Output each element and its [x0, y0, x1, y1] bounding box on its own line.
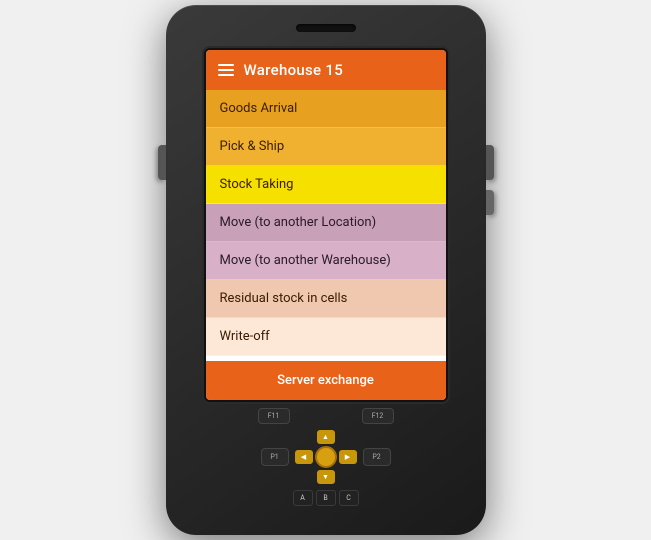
key-a[interactable]: A	[293, 490, 313, 506]
nav-left[interactable]: ◀	[295, 450, 313, 464]
nav-cluster: ▲ ◀ ▶ ▼	[295, 430, 357, 484]
menu-item-move-warehouse[interactable]: Move (to another Warehouse)	[206, 242, 446, 280]
server-exchange-button[interactable]: Server exchange	[206, 361, 446, 400]
nav-center[interactable]	[315, 446, 337, 468]
menu-item-residual[interactable]: Residual stock in cells	[206, 280, 446, 318]
f11-key[interactable]: F11	[258, 408, 290, 424]
speaker	[296, 24, 356, 32]
handheld-device: Warehouse 15 Goods Arrival Pick & Ship S…	[166, 5, 486, 535]
nav-up[interactable]: ▲	[317, 430, 335, 444]
key-c[interactable]: C	[339, 490, 359, 506]
menu-item-goods-arrival[interactable]: Goods Arrival	[206, 90, 446, 128]
menu-item-writeoff[interactable]: Write-off	[206, 318, 446, 356]
device-bottom: F11 F12 P1 ▲ ◀ ▶ ▼ P2	[166, 400, 486, 535]
f12-key[interactable]: F12	[362, 408, 394, 424]
menu-list: Goods Arrival Pick & Ship Stock Taking M…	[206, 90, 446, 356]
hamburger-icon[interactable]	[218, 64, 234, 76]
device-top	[166, 5, 486, 50]
key-b[interactable]: B	[316, 490, 336, 506]
nav-row: P1 ▲ ◀ ▶ ▼ P2	[261, 430, 391, 484]
fn-row: F11 F12	[258, 408, 394, 424]
menu-item-stock-taking[interactable]: Stock Taking	[206, 166, 446, 204]
menu-item-move-location[interactable]: Move (to another Location)	[206, 204, 446, 242]
side-button-left[interactable]	[158, 145, 166, 180]
side-button-right-2[interactable]	[486, 190, 494, 215]
app-header: Warehouse 15	[206, 50, 446, 90]
p2-key[interactable]: P2	[363, 448, 391, 466]
p1-key[interactable]: P1	[261, 448, 289, 466]
menu-item-pick-ship[interactable]: Pick & Ship	[206, 128, 446, 166]
nav-right[interactable]: ▶	[339, 450, 357, 464]
screen: Warehouse 15 Goods Arrival Pick & Ship S…	[206, 50, 446, 400]
letter-row: A B C	[293, 490, 359, 506]
nav-down[interactable]: ▼	[317, 470, 335, 484]
side-button-right[interactable]	[486, 145, 494, 180]
app-title: Warehouse 15	[244, 61, 344, 79]
